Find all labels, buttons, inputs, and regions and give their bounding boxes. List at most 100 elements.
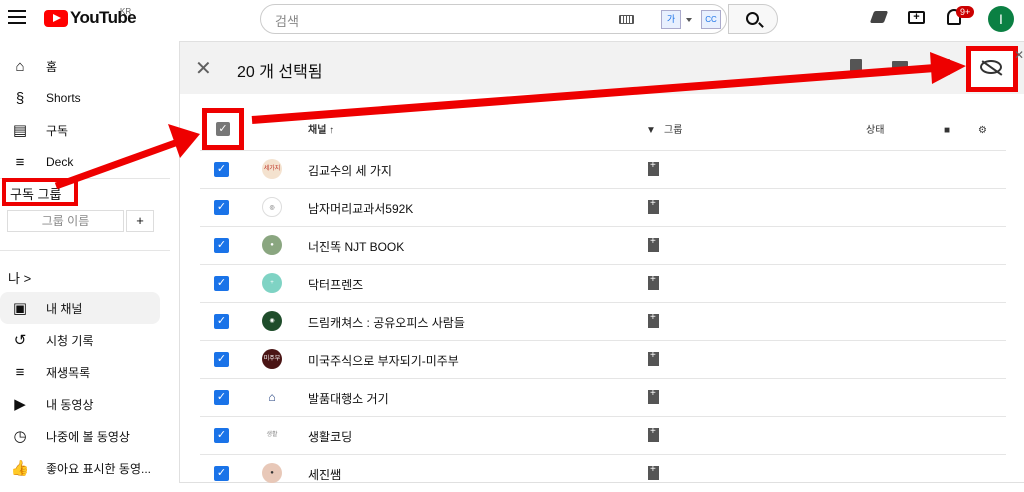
channel-name[interactable]: 생활코딩 <box>308 428 352 445</box>
sidebar-item-liked-videos[interactable]: 👍 좋아요 표시한 동영... <box>0 452 160 484</box>
avatar[interactable]: I <box>988 6 1014 32</box>
add-group-icon[interactable] <box>648 426 659 442</box>
table-row[interactable]: ✓ + 닥터프렌즈 <box>200 264 1006 302</box>
add-group-button[interactable]: + <box>126 210 154 232</box>
hide-button[interactable] <box>966 46 1018 92</box>
row-checkbox[interactable]: ✓ <box>214 390 229 405</box>
select-all-checkbox[interactable]: ✓ <box>216 122 230 136</box>
shorts-icon: § <box>15 89 25 107</box>
sidebar-item-playlists[interactable]: ≡ 재생목록 <box>0 356 160 388</box>
channel-avatar: ● <box>262 235 282 255</box>
sidebar-item-shorts[interactable]: § Shorts <box>0 82 160 114</box>
search-box[interactable]: 검색 가 CC <box>260 4 727 34</box>
like-icon: 👍 <box>10 460 30 477</box>
subscriptions-icon: ▤ <box>12 122 28 139</box>
playlist-icon: ≡ <box>15 363 25 381</box>
group-name-input[interactable]: 그룹 이름 <box>7 210 124 232</box>
add-to-group-icon[interactable] <box>850 59 862 75</box>
table-row[interactable]: ✓ ● 세진쌤 <box>200 454 1006 492</box>
column-header-channel[interactable]: 채널 ↑ <box>308 112 334 150</box>
channel-name[interactable]: 닥터프렌즈 <box>308 276 363 293</box>
row-checkbox[interactable]: ✓ <box>214 352 229 367</box>
history-icon: ↺ <box>13 332 27 349</box>
channel-avatar: 생활 <box>262 425 282 445</box>
row-checkbox[interactable]: ✓ <box>214 314 229 329</box>
masthead: YouTube KR 검색 가 CC + 9+ I <box>0 0 1024 38</box>
channel-name[interactable]: 남자머리교과서592K <box>308 200 413 217</box>
table-row[interactable]: ✓ ◎ 남자머리교과서592K <box>200 188 1006 226</box>
dismiss-icon[interactable]: ✕ <box>1014 48 1024 62</box>
add-group-icon[interactable] <box>648 160 659 176</box>
sidebar-item-my-channel[interactable]: ▣ 내 채널 <box>0 292 160 324</box>
channel-avatar: ● <box>262 463 282 483</box>
channel-icon: ▣ <box>12 300 28 317</box>
table-row[interactable]: ✓ 세가지 김교수의 세 가지 <box>200 150 1006 188</box>
menu-icon[interactable] <box>8 10 26 24</box>
table-row[interactable]: ✓ ⌂ 발품대행소 거기 <box>200 378 1006 416</box>
eye-off-icon <box>980 60 1002 74</box>
table-row[interactable]: ✓ 생활 생활코딩 <box>200 416 1006 454</box>
add-group-icon[interactable] <box>648 236 659 252</box>
table-row[interactable]: ✓ ● 너진똑 NJT BOOK <box>200 226 1006 264</box>
add-group-icon[interactable] <box>648 274 659 290</box>
region-label: KR <box>120 7 132 16</box>
home-icon: ⌂ <box>15 57 25 75</box>
channel-avatar: 세가지 <box>262 159 282 179</box>
channel-avatar: 미주부 <box>262 349 282 369</box>
add-group-icon[interactable] <box>648 350 659 366</box>
column-header-group[interactable]: 그룹 <box>664 112 682 150</box>
delete-icon[interactable] <box>938 59 950 75</box>
add-group-icon[interactable] <box>648 198 659 214</box>
add-group-icon[interactable] <box>648 464 659 480</box>
sidebar-item-subscriptions[interactable]: ▤ 구독 <box>0 114 160 146</box>
row-checkbox[interactable]: ✓ <box>214 238 229 253</box>
channel-name[interactable]: 미국주식으로 부자되기-미주부 <box>308 352 459 369</box>
divider <box>0 250 170 251</box>
filter-icon[interactable]: ▼ <box>646 112 656 150</box>
add-group-icon[interactable] <box>648 388 659 404</box>
subscription-manager-panel: ✕ 20 개 선택됨 ✕ 채널 ↑ ▼ 그룹 상태 ■ ⚙ ✓ 세가지 김교수의… <box>180 42 1024 483</box>
selection-count: 20 개 선택됨 <box>237 64 323 81</box>
keyboard-icon[interactable] <box>619 15 634 24</box>
channel-name[interactable]: 발품대행소 거기 <box>308 390 389 407</box>
close-icon[interactable]: ✕ <box>195 56 212 81</box>
gear-icon[interactable]: ⚙ <box>978 112 987 150</box>
add-group-icon[interactable] <box>648 312 659 328</box>
channel-avatar: ⌂ <box>262 387 282 407</box>
folder-icon[interactable] <box>892 61 908 73</box>
sidebar-item-watch-later[interactable]: ◷ 나중에 볼 동영상 <box>0 420 160 452</box>
channel-name[interactable]: 드림캐쳐스 : 공유오피스 사람들 <box>308 314 465 331</box>
row-checkbox[interactable]: ✓ <box>214 200 229 215</box>
table-row[interactable]: ✓ ◉ 드림캐쳐스 : 공유오피스 사람들 <box>200 302 1006 340</box>
table-row[interactable]: ✓ 미주부 미국주식으로 부자되기-미주부 <box>200 340 1006 378</box>
channel-name[interactable]: 김교수의 세 가지 <box>308 162 392 179</box>
channel-name[interactable]: 세진쌤 <box>308 466 341 483</box>
sidebar-item-deck[interactable]: ≡ Deck <box>0 146 160 178</box>
select-all-highlight[interactable]: ✓ <box>202 108 244 150</box>
row-checkbox[interactable]: ✓ <box>214 428 229 443</box>
row-checkbox[interactable]: ✓ <box>214 276 229 291</box>
channel-avatar: ◉ <box>262 311 282 331</box>
chevron-down-icon[interactable] <box>686 18 692 22</box>
row-checkbox[interactable]: ✓ <box>214 162 229 177</box>
bookmark-icon: ■ <box>944 125 951 136</box>
create-video-icon[interactable]: + <box>908 11 925 24</box>
you-section-heading[interactable]: 나 > <box>8 268 31 287</box>
sidebar-item-home[interactable]: ⌂ 홈 <box>0 50 160 82</box>
search-input[interactable]: 검색 <box>275 11 299 30</box>
channel-name[interactable]: 너진똑 NJT BOOK <box>308 238 404 255</box>
watch-later-icon: ◷ <box>13 428 27 445</box>
translate-icon[interactable]: CC <box>701 10 721 29</box>
selection-toolbar: ✕ 20 개 선택됨 ✕ <box>180 42 1024 94</box>
language-icon[interactable]: 가 <box>661 10 681 29</box>
column-header-status: 상태 <box>866 125 885 136</box>
tag-icon[interactable] <box>869 11 889 23</box>
sidebar: ⌂ 홈 § Shorts ▤ 구독 ≡ Deck 구독 그룹 그룹 이름 + 나… <box>0 38 172 482</box>
search-button[interactable] <box>728 4 778 34</box>
sidebar-item-my-videos[interactable]: ▶ 내 동영상 <box>0 388 160 420</box>
deck-icon: ≡ <box>15 153 25 171</box>
play-logo-icon <box>44 9 68 27</box>
sidebar-item-history[interactable]: ↺ 시청 기록 <box>0 324 160 356</box>
row-checkbox[interactable]: ✓ <box>214 466 229 481</box>
channel-avatar: + <box>262 273 282 293</box>
